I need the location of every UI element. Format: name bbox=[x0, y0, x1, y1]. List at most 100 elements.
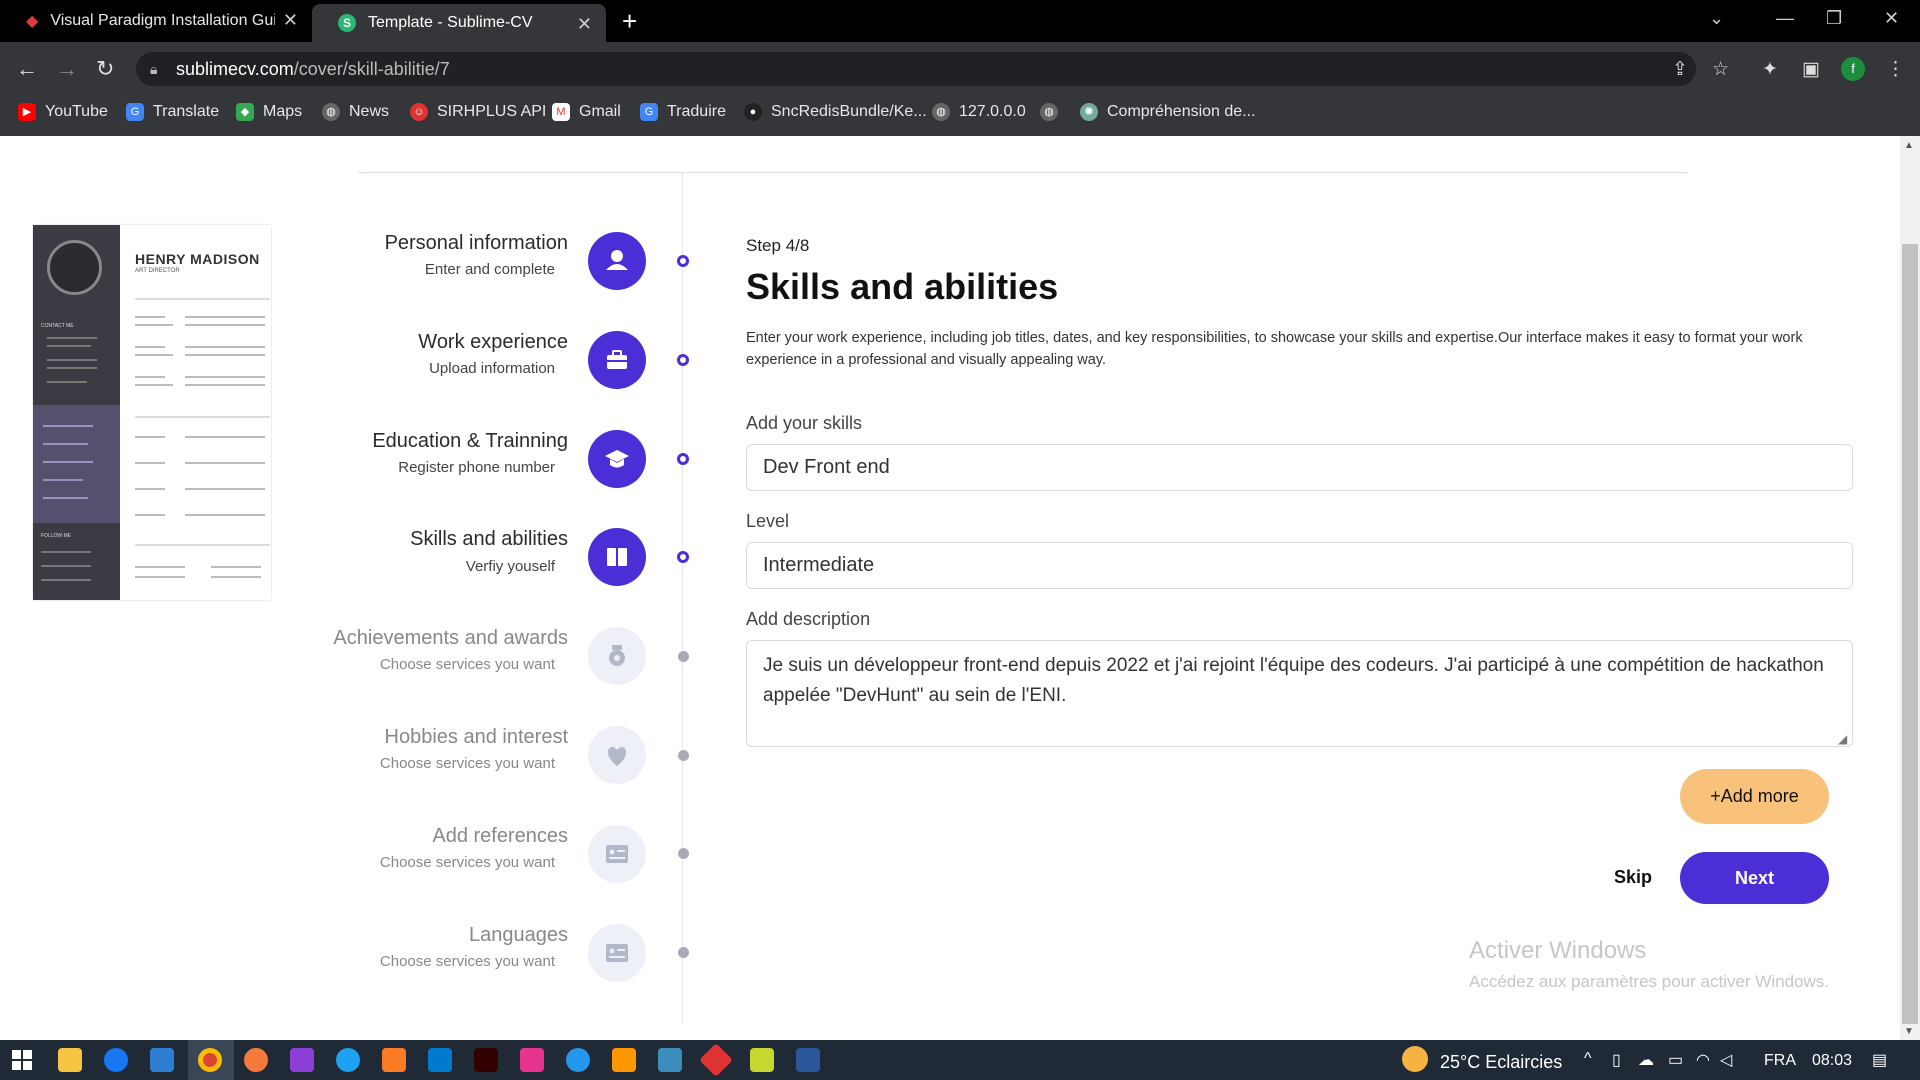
bookmark-localhost[interactable]: ◍ 127.0.0.0 bbox=[932, 103, 1026, 121]
docker-icon[interactable] bbox=[566, 1048, 590, 1072]
profile-avatar[interactable]: f bbox=[1841, 57, 1865, 81]
timeline-dot bbox=[677, 255, 689, 267]
bookmark-globe[interactable]: ◍ bbox=[1040, 103, 1067, 121]
step-references-button[interactable] bbox=[588, 825, 646, 883]
weather-text[interactable]: 25°C Eclaircies bbox=[1440, 1052, 1562, 1073]
scrollbar-thumb[interactable] bbox=[1902, 244, 1918, 1024]
timeline-dot bbox=[677, 354, 689, 366]
clock[interactable]: 08:03 bbox=[1812, 1052, 1852, 1070]
bookmark-label: YouTube bbox=[45, 103, 108, 120]
bookmark-snc-redis[interactable]: ● SncRedisBundle/Ke... bbox=[744, 103, 927, 121]
step-languages-button[interactable] bbox=[588, 924, 646, 982]
resize-handle-icon[interactable]: ◢ bbox=[1838, 732, 1847, 746]
bookmark-news[interactable]: ◍ News bbox=[322, 103, 389, 121]
windows-taskbar bbox=[0, 1040, 1920, 1080]
scroll-up-icon[interactable]: ▲ bbox=[1904, 140, 1914, 151]
translate-icon: G bbox=[640, 103, 658, 121]
bookmark-translate[interactable]: G Translate bbox=[126, 103, 219, 121]
sublime-text-icon[interactable] bbox=[612, 1048, 636, 1072]
bookmark-star-icon[interactable]: ☆ bbox=[1712, 58, 1729, 81]
step-personal-information-button[interactable] bbox=[588, 232, 646, 290]
step-achievements-title[interactable]: Achievements and awards bbox=[333, 627, 568, 650]
jetbrains-icon[interactable] bbox=[520, 1048, 544, 1072]
step-achievements-button[interactable] bbox=[588, 627, 646, 685]
tab-sublime-cv[interactable]: S Template - Sublime-CV ✕ bbox=[312, 4, 606, 42]
file-explorer-icon[interactable] bbox=[58, 1048, 82, 1072]
step-achievements-subtitle: Choose services you want bbox=[379, 656, 555, 673]
edge-icon[interactable] bbox=[336, 1048, 360, 1072]
phpstorm-icon[interactable] bbox=[290, 1048, 314, 1072]
description-textarea[interactable]: Je suis un développeur front-end depuis … bbox=[746, 640, 1853, 747]
bookmark-gmail[interactable]: M Gmail bbox=[552, 103, 621, 121]
bookmark-comprehension[interactable]: ✺ Compréhension de... bbox=[1080, 103, 1256, 121]
windows-start-icon[interactable] bbox=[12, 1050, 32, 1075]
step-work-experience-title[interactable]: Work experience bbox=[418, 331, 568, 354]
new-tab-icon[interactable]: + bbox=[622, 6, 637, 37]
bookmark-maps[interactable]: ◆ Maps bbox=[236, 103, 302, 121]
lock-icon[interactable]: 🔒︎ bbox=[150, 61, 157, 78]
menu-icon[interactable]: ⋮ bbox=[1886, 58, 1905, 81]
bookmark-sirhplus[interactable]: ☺ SIRHPLUS API bbox=[410, 103, 546, 121]
id-card-icon bbox=[606, 845, 628, 863]
close-tab-icon[interactable]: ✕ bbox=[283, 10, 298, 31]
restore-icon[interactable]: ❐ bbox=[1826, 8, 1842, 29]
volume-icon[interactable]: ◁ bbox=[1720, 1050, 1732, 1070]
briefcase-icon bbox=[607, 350, 627, 369]
chrome-icon[interactable] bbox=[198, 1048, 222, 1072]
step-education-subtitle: Register phone number bbox=[398, 459, 555, 476]
tab-visual-paradigm[interactable]: ◆ Visual Paradigm Installation Guid ✕ bbox=[0, 0, 312, 42]
minimize-icon[interactable]: — bbox=[1776, 8, 1794, 29]
word-icon[interactable] bbox=[796, 1048, 820, 1072]
next-button[interactable]: Next bbox=[1680, 852, 1829, 904]
wifi-icon[interactable]: ◠ bbox=[1696, 1050, 1710, 1070]
step-work-experience-subtitle: Upload information bbox=[429, 360, 555, 377]
extensions-icon[interactable]: ✦ bbox=[1762, 58, 1778, 81]
forward-icon[interactable]: → bbox=[56, 56, 78, 82]
step-hobbies-button[interactable] bbox=[588, 726, 646, 784]
url-text[interactable]: sublimecv.com/cover/skill-abilitie/7 bbox=[176, 59, 450, 80]
vscode-icon[interactable] bbox=[428, 1048, 452, 1072]
book-icon bbox=[607, 548, 627, 566]
step-personal-information-title[interactable]: Personal information bbox=[385, 232, 568, 255]
step-references-title[interactable]: Add references bbox=[432, 825, 568, 848]
window-close-icon[interactable]: ✕ bbox=[1884, 8, 1899, 29]
level-input[interactable]: Intermediate bbox=[746, 542, 1853, 589]
facebook-icon[interactable] bbox=[104, 1048, 128, 1072]
device-icon[interactable]: ▯ bbox=[1612, 1050, 1621, 1070]
add-more-button[interactable]: +Add more bbox=[1680, 769, 1829, 824]
close-tab-icon[interactable]: ✕ bbox=[577, 14, 592, 35]
tab-search-chevron-icon[interactable]: ⌄ bbox=[1709, 8, 1724, 29]
mail-icon[interactable] bbox=[150, 1048, 174, 1072]
tray-chevron-icon[interactable]: ^ bbox=[1584, 1050, 1592, 1068]
reload-icon[interactable]: ↻ bbox=[96, 56, 114, 82]
illustrator-icon[interactable] bbox=[474, 1048, 498, 1072]
skills-input[interactable]: Dev Front end bbox=[746, 444, 1853, 491]
step-work-experience-button[interactable] bbox=[588, 331, 646, 389]
side-panel-icon[interactable]: ▣ bbox=[1802, 58, 1820, 81]
back-icon[interactable]: ← bbox=[16, 56, 38, 82]
bookmark-traduire[interactable]: G Traduire bbox=[640, 103, 726, 121]
language-indicator[interactable]: FRA bbox=[1764, 1052, 1796, 1070]
timeline-dot bbox=[678, 947, 689, 958]
tab-label: Visual Paradigm Installation Guid bbox=[50, 12, 276, 29]
onedrive-icon[interactable]: ☁ bbox=[1638, 1050, 1654, 1070]
terminal-icon[interactable] bbox=[658, 1048, 682, 1072]
step-education-title[interactable]: Education & Trainning bbox=[372, 430, 568, 453]
weather-icon[interactable] bbox=[1402, 1046, 1428, 1072]
media-player-icon[interactable] bbox=[750, 1048, 774, 1072]
scroll-down-icon[interactable]: ▼ bbox=[1904, 1026, 1914, 1037]
skip-button[interactable]: Skip bbox=[1614, 867, 1652, 888]
step-skills-title[interactable]: Skills and abilities bbox=[410, 528, 568, 551]
notifications-icon[interactable]: ▤ bbox=[1872, 1050, 1887, 1070]
postman-icon[interactable] bbox=[244, 1048, 268, 1072]
battery-icon[interactable]: ▭ bbox=[1668, 1050, 1683, 1070]
step-languages-title[interactable]: Languages bbox=[469, 924, 568, 947]
share-icon[interactable]: ⇪ bbox=[1672, 58, 1688, 81]
bookmark-youtube[interactable]: ▶ YouTube bbox=[18, 103, 108, 121]
step-education-button[interactable] bbox=[588, 430, 646, 488]
windows-activation-title: Activer Windows bbox=[1469, 937, 1647, 964]
step-skills-button[interactable] bbox=[588, 528, 646, 586]
step-hobbies-title[interactable]: Hobbies and interest bbox=[385, 726, 568, 749]
award-icon bbox=[609, 645, 625, 666]
xampp-icon[interactable] bbox=[382, 1048, 406, 1072]
